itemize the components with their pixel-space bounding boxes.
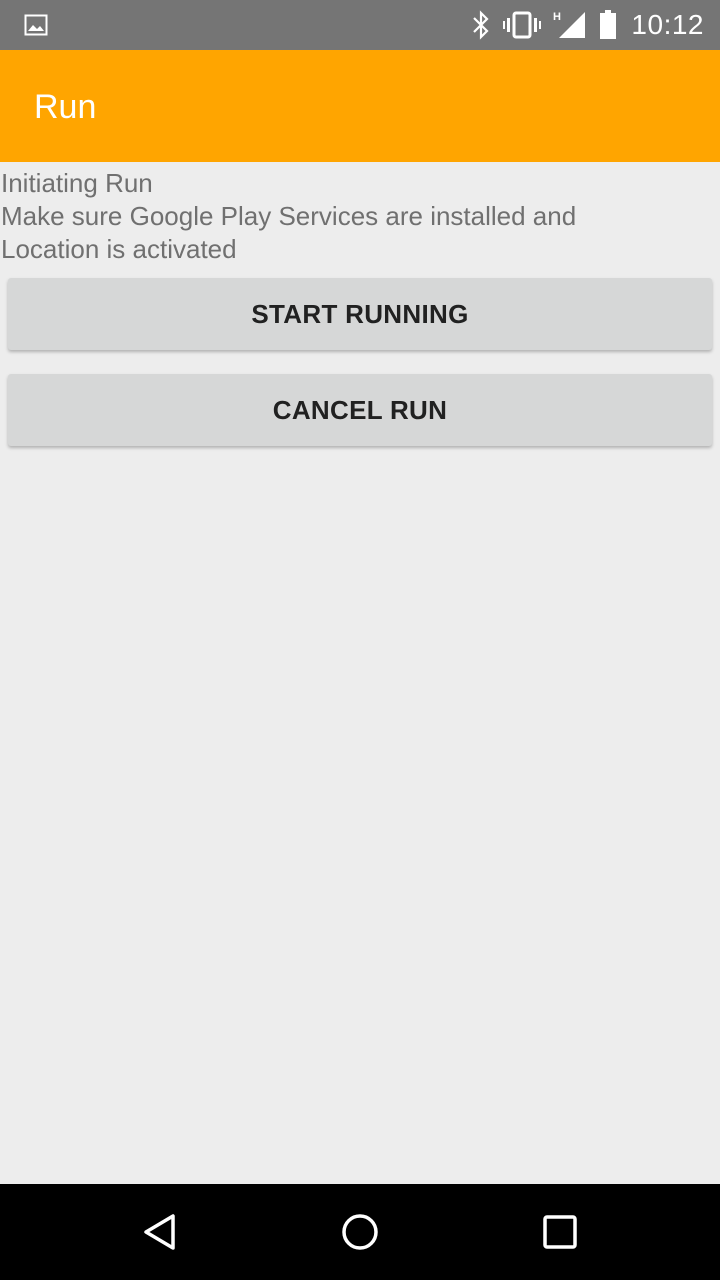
bluetooth-icon [471,10,491,40]
clock: 10:12 [631,9,704,40]
message-line: Make sure Google Play Services are insta… [1,201,577,231]
back-icon[interactable] [140,1212,180,1252]
info-message: Initiating Run Make sure Google Play Ser… [1,167,716,266]
message-line: Initiating Run [1,168,153,198]
gallery-icon [24,14,48,41]
status-bar: H 10:12 [0,0,720,50]
recents-icon[interactable] [540,1212,580,1252]
cancel-run-button[interactable]: CANCEL RUN [8,374,712,446]
app-bar: Run [0,50,720,162]
battery-icon [599,10,617,40]
start-running-button[interactable]: START RUNNING [8,278,712,350]
message-line: Location is activated [1,234,237,264]
svg-text:H: H [553,11,561,23]
page-title: Run [34,88,97,126]
navigation-bar [0,1184,720,1280]
home-icon[interactable] [340,1212,380,1252]
signal-icon: H [553,10,587,40]
vibrate-icon [503,11,542,39]
